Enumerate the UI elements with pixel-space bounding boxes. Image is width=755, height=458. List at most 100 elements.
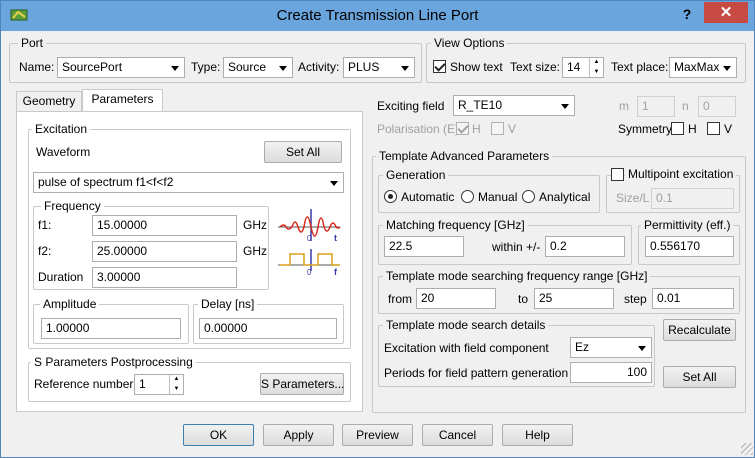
text-size-spinbox[interactable]: 14 ▲ ▼ (562, 57, 604, 78)
automatic-radio[interactable] (384, 190, 397, 203)
multipoint-label: Multipoint excitation (625, 167, 737, 181)
text-size-value: 14 (567, 60, 581, 74)
size-l-input[interactable]: 0.1 (651, 188, 734, 209)
size-l-label: Size/L (616, 191, 650, 205)
symmetry-v-label: V (724, 122, 733, 136)
activity-combo[interactable]: PLUS (343, 57, 415, 78)
text-size-label: Text size: (510, 60, 561, 74)
f1-unit: GHz (243, 218, 267, 232)
polarisation-label: Polarisation (E) (377, 122, 460, 136)
generation-title: Generation (383, 168, 449, 182)
chevron-down-icon (171, 66, 179, 71)
delay-input[interactable]: 0.00000 (199, 318, 337, 339)
ok-button[interactable]: OK (183, 424, 254, 446)
name-value: SourcePort (62, 60, 123, 74)
help-button[interactable]: Help (502, 424, 573, 446)
cancel-button[interactable]: Cancel (422, 424, 493, 446)
n-input[interactable]: 0 (698, 96, 736, 117)
multipoint-checkbox[interactable] (611, 168, 624, 181)
f1-input[interactable]: 15.00000 (92, 215, 237, 236)
spin-down-icon[interactable]: ▼ (590, 67, 603, 77)
exciting-field-label: Exciting field (377, 99, 445, 113)
window-title: Create Transmission Line Port (276, 7, 479, 24)
text-place-combo[interactable]: MaxMax (669, 57, 737, 78)
duration-input[interactable]: 3.00000 (92, 267, 237, 288)
waveform-value: pulse of spectrum f1<f<f2 (38, 175, 174, 189)
f2-label: f2: (38, 244, 52, 258)
resize-grip[interactable] (741, 443, 753, 455)
symmetry-v-checkbox[interactable] (707, 122, 720, 135)
reference-number-spinbox[interactable]: 1 ▲ ▼ (134, 374, 184, 395)
excitation-component-value: Ez (575, 340, 590, 354)
type-value: Source (228, 60, 267, 74)
step-input[interactable]: 0.01 (652, 288, 734, 309)
polarisation-v-label: V (508, 122, 517, 136)
port-group-title: Port (18, 36, 47, 50)
tab-parameters[interactable]: Parameters (82, 89, 163, 112)
tab-geometry[interactable]: Geometry (16, 91, 82, 112)
matching-frequency-input[interactable]: 22.5 (384, 236, 464, 257)
recalculate-button[interactable]: Recalculate (663, 319, 736, 341)
show-text-checkbox[interactable] (433, 60, 446, 73)
exciting-field-combo[interactable]: R_TE10 (453, 95, 575, 116)
analytical-radio[interactable] (522, 190, 535, 203)
analytical-label: Analytical (539, 190, 591, 204)
m-input[interactable]: 1 (637, 96, 675, 117)
within-label: within +/- (492, 240, 541, 254)
exciting-field-value: R_TE10 (458, 98, 503, 112)
f1-label: f1: (38, 218, 52, 232)
periods-label: Periods for field pattern generation (384, 366, 569, 380)
from-label: from (388, 292, 412, 306)
within-input[interactable]: 0.2 (545, 236, 625, 257)
type-label: Type: (191, 60, 221, 74)
from-input[interactable]: 20 (416, 288, 496, 309)
s-parameters-title: S Parameters Postprocessing (31, 355, 196, 369)
symmetry-h-checkbox[interactable] (671, 122, 684, 135)
title-close-button[interactable]: ✕ (704, 2, 748, 23)
delay-title: Delay [ns] (198, 297, 258, 311)
diagram-t-label: t (334, 233, 337, 243)
name-combo[interactable]: SourcePort (57, 57, 185, 78)
waveform-combo[interactable]: pulse of spectrum f1<f<f2 (33, 172, 344, 193)
waveform-label: Waveform (36, 145, 91, 159)
chevron-down-icon (330, 181, 338, 186)
to-input[interactable]: 25 (534, 288, 614, 309)
amplitude-input[interactable]: 1.00000 (41, 318, 181, 339)
excitation-component-combo[interactable]: Ez (570, 337, 652, 358)
view-options-title: View Options (431, 36, 508, 50)
chevron-down-icon (638, 346, 646, 351)
permittivity-title: Permittivity (eff.) (641, 218, 734, 232)
show-text-label: Show text (450, 60, 503, 74)
step-label: step (624, 292, 647, 306)
symmetry-label: Symmetry (618, 122, 672, 136)
f2-input[interactable]: 25.00000 (92, 241, 237, 262)
m-label: m (619, 99, 629, 113)
text-place-label: Text place: (611, 60, 669, 74)
text-place-value: MaxMax (674, 60, 720, 74)
chevron-down-icon (279, 66, 287, 71)
search-details-title: Template mode search details (383, 318, 549, 332)
type-combo[interactable]: Source (223, 57, 293, 78)
amplitude-title: Amplitude (40, 297, 100, 311)
s-parameters-button[interactable]: S Parameters... (260, 373, 344, 395)
frequency-title: Frequency (41, 199, 104, 213)
preview-button[interactable]: Preview (342, 424, 413, 446)
spin-up-icon[interactable]: ▲ (590, 58, 603, 67)
spin-up-icon[interactable]: ▲ (170, 375, 183, 384)
periods-input[interactable]: 100 (570, 362, 652, 383)
permittivity-input[interactable]: 0.556170 (645, 236, 734, 257)
duration-label: Duration (38, 270, 84, 284)
automatic-label: Automatic (401, 190, 455, 204)
excitation-set-all-button[interactable]: Set All (264, 141, 342, 163)
title-bar: Create Transmission Line Port ? ✕ (1, 1, 754, 31)
polarisation-h-checkbox[interactable] (456, 122, 469, 135)
chevron-down-icon (561, 104, 569, 109)
apply-button[interactable]: Apply (263, 424, 334, 446)
diagram-zero-1: 0 (307, 234, 312, 243)
reference-number-label: Reference number: (34, 377, 137, 391)
manual-radio[interactable] (461, 190, 474, 203)
spin-down-icon[interactable]: ▼ (170, 384, 183, 394)
polarisation-v-checkbox[interactable] (491, 122, 504, 135)
title-help-button[interactable]: ? (674, 4, 700, 24)
template-set-all-button[interactable]: Set All (663, 366, 736, 388)
